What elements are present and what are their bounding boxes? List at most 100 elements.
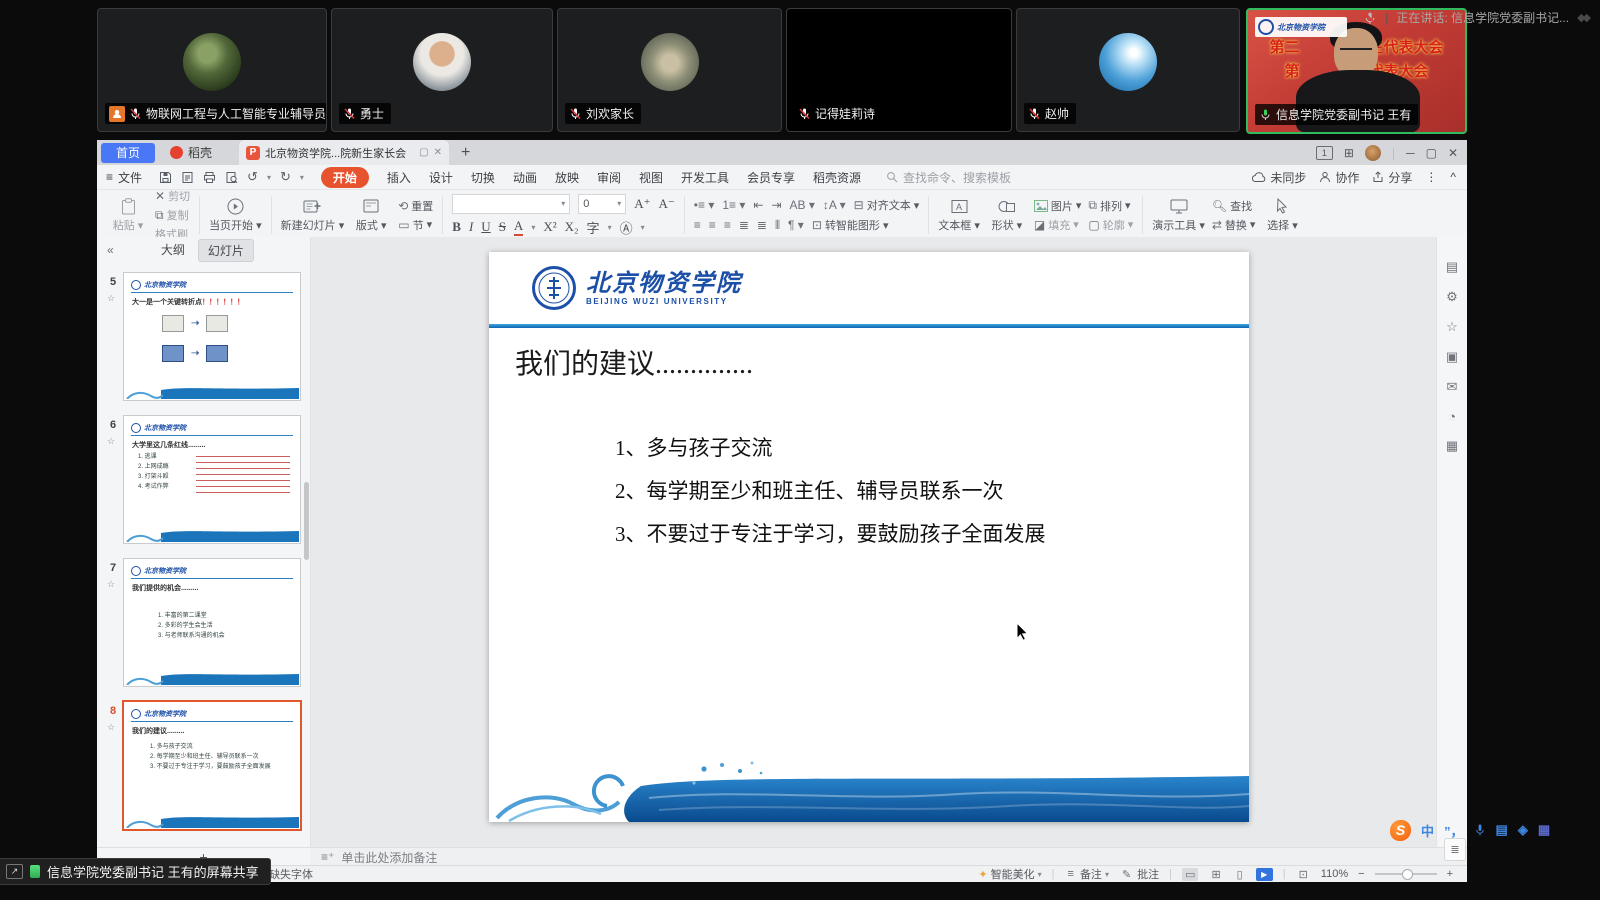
font-size-combo[interactable]: ▾ [578, 194, 626, 214]
menu-tab-insert[interactable]: 插入 [387, 169, 411, 186]
numbered-list-button[interactable]: 1≡ ▾ [722, 198, 745, 212]
normal-view-button[interactable]: ▭ [1182, 868, 1198, 881]
tab-slides[interactable]: 幻灯片 [198, 239, 254, 262]
collapsed-panel-button[interactable]: ≣ [1444, 838, 1466, 861]
slide-editor[interactable]: 北京物资学院 BEIJING WUZI UNIVERSITY 我们的建议....… [489, 252, 1249, 822]
play-from-current-button[interactable]: 当页开始 ▾ [209, 197, 262, 233]
more-menu-icon[interactable]: ⋮ [1425, 170, 1437, 184]
zoom-out-button[interactable]: − [1358, 868, 1364, 880]
columns-button[interactable]: ⫴ [775, 218, 780, 233]
print-icon[interactable] [203, 171, 216, 184]
arrange-button[interactable]: ⧉排列 ▾ [1088, 198, 1133, 214]
menu-tab-slideshow[interactable]: 放映 [555, 169, 579, 186]
video-tile-active-speaker[interactable]: 第二学生代表大会 第生代表大会 北京物资学院 信息学院党委副书记 王有 [1246, 8, 1467, 134]
menu-tab-animation[interactable]: 动画 [513, 169, 537, 186]
strikethrough-button[interactable]: S [499, 219, 506, 235]
redo-icon[interactable]: ↻ [280, 169, 291, 185]
replace-button[interactable]: ⇄替换 ▾ [1212, 217, 1256, 233]
redo-dropdown[interactable]: ▾ [300, 173, 304, 182]
slide-sorter-view-button[interactable]: ⊞ [1208, 868, 1223, 881]
ime-punctuation-button[interactable]: ”， [1444, 821, 1464, 840]
menu-tab-member[interactable]: 会员专享 [747, 169, 795, 186]
chart-icon[interactable]: ◔ [1448, 409, 1456, 424]
font-size-input[interactable] [583, 198, 614, 210]
paragraph-settings-button[interactable]: ¶ ▾ [788, 218, 804, 232]
text-direction-button[interactable]: AB ▾ [790, 198, 815, 212]
restore-button[interactable]: ▢ [1426, 146, 1437, 160]
align-center-button[interactable]: ≡ [709, 218, 716, 232]
fit-slide-button[interactable]: ⊡ [1296, 868, 1311, 881]
paste-button[interactable]: 粘贴 ▾ [108, 197, 148, 233]
collapse-ribbon-icon[interactable]: ^ [1450, 170, 1456, 184]
tab-docer[interactable]: 稻壳 [155, 144, 227, 161]
sync-status[interactable]: 未同步 [1252, 169, 1306, 186]
ime-toolbox-icon[interactable]: ◈ [1518, 822, 1528, 838]
menu-tab-devtools[interactable]: 开发工具 [681, 169, 729, 186]
export-pdf-icon[interactable] [181, 171, 194, 184]
zoom-slider-handle[interactable] [1402, 869, 1413, 880]
align-right-button[interactable]: ≡ [724, 218, 731, 232]
tab-close-icon[interactable]: ✕ [434, 147, 442, 158]
tab-list-icon[interactable]: 1 [1316, 146, 1333, 160]
bold-button[interactable]: B [452, 219, 461, 235]
video-tile[interactable]: 勇士 [331, 8, 553, 132]
decrease-indent-button[interactable]: ⇤ [753, 198, 763, 212]
video-tile[interactable]: 刘欢家长 [557, 8, 782, 132]
reading-view-button[interactable]: ▯ [1234, 868, 1246, 881]
font-family-combo[interactable]: ▾ [452, 194, 570, 214]
subscript-button[interactable]: X₂ [565, 219, 579, 235]
ime-skin-icon[interactable]: ▦ [1538, 822, 1550, 838]
align-left-button[interactable]: ≡ [694, 218, 701, 232]
slide-thumbnail-7[interactable]: 北京物资学院 我们提供的机会......... 1. 丰富的第二课堂 2. 多彩… [123, 558, 301, 687]
section-button[interactable]: ▭节 ▾ [398, 217, 433, 233]
screen-share-indicator[interactable]: ↗ 信息学院党委副书记 王有的屏幕共享 [0, 858, 271, 885]
notes-toggle-button[interactable]: ≡备注 ▾ [1065, 866, 1109, 882]
clear-format-button[interactable]: Ⓐ [620, 218, 633, 237]
video-tile[interactable]: 赵帅 [1016, 8, 1240, 132]
slide-thumbnail-8-selected[interactable]: 北京物资学院 我们的建议......... 1. 多与孩子交流 2. 每学期至少… [122, 700, 302, 831]
slide-thumbnail-6[interactable]: 北京物资学院 大学里这几条红线......... 1. 逃课 2. 上网成瘾 3… [123, 415, 301, 544]
video-tile[interactable]: 物联网工程与人工智能专业辅导员... [97, 8, 327, 132]
outline-button[interactable]: ▢轮廓 ▾ [1088, 217, 1133, 233]
fill-button[interactable]: ◪填充 ▾ [1034, 217, 1082, 233]
slide-thumbnail-5[interactable]: 北京物资学院 大一是一个关键转折点！！！！！！ ➝ ➝ [123, 272, 301, 401]
menu-tab-docer-res[interactable]: 稻壳资源 [813, 169, 861, 186]
menu-tab-review[interactable]: 审阅 [597, 169, 621, 186]
ime-mic-icon[interactable] [1474, 823, 1486, 837]
bullet-list-button[interactable]: •≡ ▾ [694, 198, 715, 212]
menu-tab-home[interactable]: 开始 [321, 167, 369, 188]
picture-button[interactable]: 图片 ▾ [1034, 198, 1082, 214]
tab-outline[interactable]: 大纲 [152, 239, 194, 262]
to-smartart-button[interactable]: ⊡ 转智能图形 ▾ [812, 217, 889, 233]
text-effect-button[interactable]: 字 [587, 218, 600, 237]
increase-font-button[interactable]: A⁺ [634, 196, 650, 212]
presentation-tools-button[interactable]: 演示工具 ▾ [1152, 197, 1205, 233]
decrease-font-button[interactable]: A⁻ [659, 196, 675, 212]
command-search[interactable]: 查找命令、搜索模板 [886, 169, 1011, 186]
collapse-panel-button[interactable]: « [97, 243, 124, 257]
select-button[interactable]: 选择 ▾ [1262, 197, 1302, 233]
undo-dropdown[interactable]: ▾ [267, 173, 271, 182]
file-menu[interactable]: ≡ 文件 [97, 169, 151, 186]
menu-tab-transition[interactable]: 切换 [471, 169, 495, 186]
ime-mode-button[interactable]: 中 [1421, 821, 1434, 840]
increase-indent-button[interactable]: ⇥ [771, 198, 781, 212]
account-avatar[interactable] [1365, 145, 1381, 161]
slide-bullets[interactable]: 1、多与孩子交流 2、每学期至少和班主任、辅导员联系一次 3、不要过于专注于学习… [615, 432, 1046, 561]
menu-tab-design[interactable]: 设计 [429, 169, 453, 186]
zoom-slider[interactable] [1375, 873, 1437, 875]
share-button[interactable]: 分享 [1372, 169, 1412, 186]
video-tile[interactable]: 记得娃莉诗 [786, 8, 1012, 132]
print-preview-icon[interactable] [225, 171, 238, 184]
copy-button[interactable]: ⧉复制 [155, 207, 190, 223]
undo-icon[interactable]: ↺ [247, 169, 258, 185]
align-text-button[interactable]: ⊟ 对齐文本 ▾ [854, 197, 920, 213]
grid-icon[interactable]: ▦ [1446, 438, 1458, 454]
notes-bar[interactable]: ≡⁺ 单击此处添加备注 [310, 847, 1467, 866]
zoom-in-button[interactable]: + [1447, 868, 1453, 880]
mail-icon[interactable]: ✉ [1447, 379, 1458, 395]
find-button[interactable]: 🔍︎查找 [1212, 198, 1256, 214]
ime-keyboard-icon[interactable]: ▤ [1496, 822, 1508, 838]
collaborate-button[interactable]: 协作 [1319, 169, 1359, 186]
tab-home[interactable]: 首页 [101, 143, 155, 163]
